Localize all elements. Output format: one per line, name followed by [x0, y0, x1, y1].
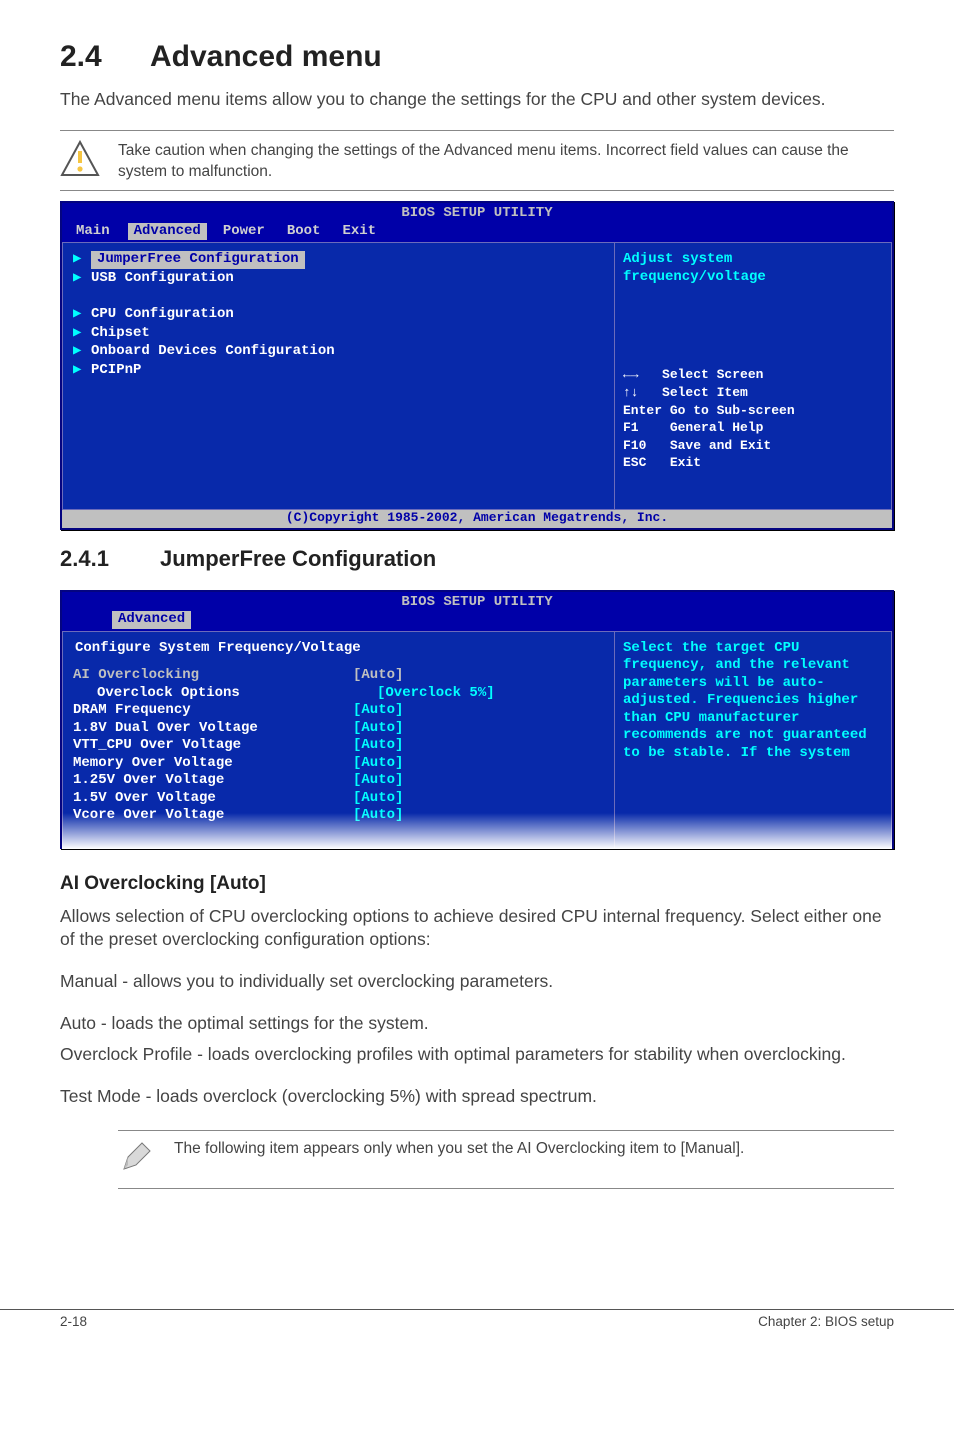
submenu-arrow-icon: ▶ — [73, 306, 81, 324]
body-paragraph: Allows selection of CPU overclocking opt… — [60, 905, 894, 952]
section-heading: 2.4Advanced menu — [60, 40, 894, 74]
section-title-text: Advanced menu — [150, 40, 382, 73]
setting-row[interactable]: VTT_CPU Over Voltage[Auto] — [73, 737, 604, 755]
bios-title: BIOS SETUP UTILITY — [62, 592, 892, 612]
setting-label: 1.5V Over Voltage — [73, 790, 353, 808]
menu-label: CPU Configuration — [91, 306, 234, 322]
bios-tab-bar: Main Advanced Power Boot Exit — [62, 223, 892, 243]
menu-label: Onboard Devices Configuration — [91, 343, 335, 359]
help-keys: ←→ Select Screen ↑↓ Select Item Enter Go… — [623, 366, 883, 471]
setting-value: [Auto] — [353, 702, 403, 720]
bios-tab-power[interactable]: Power — [219, 223, 283, 241]
setting-label: Overclock Options — [73, 685, 377, 703]
page-number: 2-18 — [60, 1314, 87, 1329]
divider — [60, 190, 894, 191]
bios-help-pane: Adjust system frequency/voltage ←→ Selec… — [615, 243, 892, 510]
caution-text: Take caution when changing the settings … — [118, 139, 894, 183]
menu-label: JumperFree Configuration — [91, 251, 305, 269]
body-paragraph: Manual - allows you to individually set … — [60, 970, 894, 994]
body-paragraph: Test Mode - loads overclock (overclockin… — [60, 1085, 894, 1109]
setting-row[interactable]: AI Overclocking[Auto] — [73, 667, 604, 685]
setting-value: [Auto] — [353, 772, 403, 790]
setting-label: VTT_CPU Over Voltage — [73, 737, 353, 755]
menu-item-cpu[interactable]: ▶ CPU Configuration — [73, 306, 604, 325]
setting-value: [Auto] — [353, 720, 403, 738]
bios-title: BIOS SETUP UTILITY — [62, 203, 892, 223]
key-row: ←→ Select Screen — [623, 366, 883, 384]
submenu-arrow-icon: ▶ — [73, 270, 81, 288]
note-text: The following item appears only when you… — [174, 1139, 744, 1160]
bios-tab-boot[interactable]: Boot — [283, 223, 339, 241]
submenu-arrow-icon: ▶ — [73, 325, 81, 343]
setting-value: [Auto] — [353, 737, 403, 755]
key-row: F1 General Help — [623, 419, 883, 437]
setting-row[interactable]: 1.5V Over Voltage[Auto] — [73, 790, 604, 808]
setting-row[interactable]: Vcore Over Voltage[Auto] — [73, 807, 604, 825]
setting-label: AI Overclocking — [73, 667, 353, 685]
bios-tab-exit[interactable]: Exit — [338, 223, 394, 241]
bios-help-pane: Select the target CPU frequency, and the… — [615, 632, 892, 849]
submenu-arrow-icon: ▶ — [73, 362, 81, 380]
help-description: Adjust system frequency/voltage — [623, 251, 883, 286]
bios-menu-pane: ▶ JumperFree Configuration ▶ USB Configu… — [62, 243, 615, 510]
setting-row[interactable]: Overclock Options[Overclock 5%] — [73, 685, 604, 703]
config-heading: Configure System Frequency/Voltage — [73, 640, 363, 658]
setting-heading: AI Overclocking [Auto] — [60, 873, 894, 895]
bios-copyright: (C)Copyright 1985-2002, American Megatre… — [62, 510, 892, 527]
subsection-heading: 2.4.1JumperFree Configuration — [60, 546, 894, 572]
setting-value: [Auto] — [353, 667, 403, 685]
divider — [118, 1188, 894, 1189]
menu-item-usb[interactable]: ▶ USB Configuration — [73, 270, 604, 289]
chapter-label: Chapter 2: BIOS setup — [758, 1314, 894, 1329]
setting-row[interactable]: Memory Over Voltage[Auto] — [73, 755, 604, 773]
key-row: Enter Go to Sub-screen — [623, 402, 883, 420]
pencil-icon — [118, 1139, 154, 1180]
menu-label: USB Configuration — [91, 270, 234, 286]
key-row: F10 Save and Exit — [623, 437, 883, 455]
menu-item-pcipnp[interactable]: ▶ PCIPnP — [73, 362, 604, 381]
intro-text: The Advanced menu items allow you to cha… — [60, 88, 894, 112]
bios-tab-main[interactable]: Main — [72, 223, 128, 241]
bios-tab-bar: Advanced — [62, 611, 892, 631]
bios-tab-advanced[interactable]: Advanced — [112, 611, 191, 629]
menu-label: Chipset — [91, 325, 150, 341]
submenu-arrow-icon: ▶ — [73, 343, 81, 361]
key-row: ESC Exit — [623, 454, 883, 472]
body-paragraph: Overclock Profile - loads overclocking p… — [60, 1043, 894, 1067]
setting-value: [Auto] — [353, 807, 403, 825]
page-footer: 2-18 Chapter 2: BIOS setup — [0, 1309, 954, 1359]
body-paragraph: Auto - loads the optimal settings for th… — [60, 1012, 894, 1036]
caution-box: Take caution when changing the settings … — [60, 131, 894, 191]
setting-value: [Overclock 5%] — [377, 685, 495, 703]
section-number: 2.4 — [60, 40, 150, 74]
setting-label: Vcore Over Voltage — [73, 807, 353, 825]
menu-item-jumperfree[interactable]: ▶ JumperFree Configuration — [73, 251, 604, 270]
setting-label: 1.8V Dual Over Voltage — [73, 720, 353, 738]
setting-row[interactable]: 1.8V Dual Over Voltage[Auto] — [73, 720, 604, 738]
subsection-number: 2.4.1 — [60, 546, 160, 572]
setting-value: [Auto] — [353, 755, 403, 773]
menu-label: PCIPnP — [91, 362, 141, 378]
bios-screen-advanced-menu: BIOS SETUP UTILITY Main Advanced Power B… — [60, 201, 894, 529]
setting-label: 1.25V Over Voltage — [73, 772, 353, 790]
bios-tab-advanced[interactable]: Advanced — [128, 223, 207, 241]
caution-icon — [60, 139, 100, 179]
note-box: The following item appears only when you… — [118, 1130, 894, 1189]
help-description: Select the target CPU frequency, and the… — [623, 640, 883, 763]
key-row: ↑↓ Select Item — [623, 384, 883, 402]
menu-item-onboard[interactable]: ▶ Onboard Devices Configuration — [73, 343, 604, 362]
bios-settings-pane: Configure System Frequency/Voltage AI Ov… — [62, 632, 615, 849]
submenu-arrow-icon: ▶ — [73, 251, 81, 269]
setting-label: DRAM Frequency — [73, 702, 353, 720]
subsection-title: JumperFree Configuration — [160, 546, 436, 571]
setting-value: [Auto] — [353, 790, 403, 808]
setting-row[interactable]: 1.25V Over Voltage[Auto] — [73, 772, 604, 790]
bios-screen-jumperfree: BIOS SETUP UTILITY Advanced Configure Sy… — [60, 590, 894, 849]
setting-row[interactable]: DRAM Frequency[Auto] — [73, 702, 604, 720]
setting-label: Memory Over Voltage — [73, 755, 353, 773]
menu-item-chipset[interactable]: ▶ Chipset — [73, 325, 604, 344]
